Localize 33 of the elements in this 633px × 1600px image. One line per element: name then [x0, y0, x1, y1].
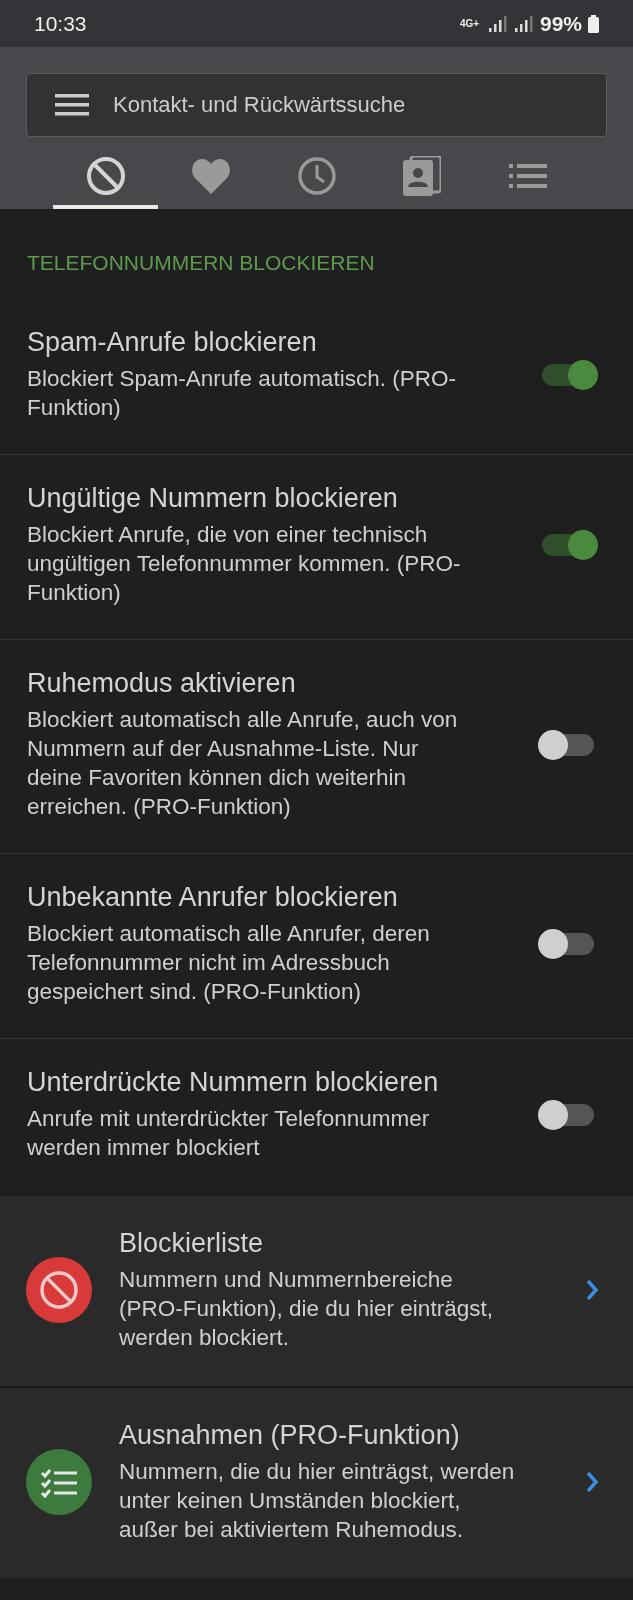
setting-description: Blockiert automatisch alle Anrufer, deren Telefonnummer nicht im Adressbuch gespeichert sind. (PRO-Funktion): [27, 920, 431, 1006]
section-heading: TELEFONNUMMERN BLOCKIEREN: [26, 250, 376, 276]
setting-description: Blockiert automatisch alle Anrufe, auch von Nummern auf der Ausnahme-Liste. Nur deine Favoriten können dich weiterhin erreichen. (PRO-Funktion): [27, 706, 459, 821]
setting-title: Spam-Anrufe blockieren: [27, 327, 318, 358]
list-item[interactable]: Ausnahmen (PRO-Funktion) Nummern, die du hier einträgst, werden unter keinen Umständen blockiert, außer bei aktiviertem Ruhemodus.: [0, 1386, 633, 1578]
list-icon: [508, 164, 547, 188]
setting-title: Ruhemodus aktivieren: [27, 668, 297, 699]
signal-icon: [513, 15, 534, 32]
list-item-description: Nummern, die du hier einträgst, werden unter keinen Umständen blockiert, außer bei aktiviertem Ruhemodus.: [119, 1458, 516, 1544]
block-icon: [85, 156, 126, 196]
setting-title: Unterdrückte Nummern blockieren: [27, 1067, 440, 1098]
search-bar[interactable]: Kontakt- und Rückwärtssuche: [26, 73, 607, 137]
clock-icon: [296, 156, 337, 196]
chevron-right-icon: [585, 1279, 599, 1301]
setting-title: Ungültige Nummern blockieren: [27, 483, 399, 514]
list-item-title: Blockierliste: [119, 1228, 265, 1259]
setting-description: Blockiert Spam-Anrufe automatisch. (PRO-Funktion): [27, 365, 457, 422]
battery-icon: [588, 14, 599, 33]
setting-title: Unbekannte Anrufer blockieren: [27, 882, 399, 913]
setting-description: Blockiert Anrufe, die von einer technisch ungültigen Telefonnummer kommen. (PRO-Funktion): [27, 521, 462, 607]
list-item[interactable]: Blockierliste Nummern und Nummernbereiche (PRO-Funktion), die du hier einträgst, werden blockiert.: [0, 1194, 633, 1386]
chevron-right-icon: [585, 1471, 599, 1493]
search-field[interactable]: Kontakt- und Rückwärtssuche: [111, 91, 578, 119]
menu-icon[interactable]: [55, 94, 89, 116]
network-type: 4G+: [459, 18, 481, 29]
battery-percent: 99%: [539, 11, 582, 36]
signal-icon: [487, 15, 508, 32]
list-item-description: Nummern und Nummernbereiche (PRO-Funktion), die du hier einträgst, werden blockiert.: [119, 1266, 494, 1352]
setting-description: Anrufe mit unterdrückter Telefonnummer werden immer blockiert: [27, 1105, 431, 1162]
contact-book-icon: [403, 156, 441, 196]
heart-icon: [191, 157, 231, 195]
status-time: 10:33: [34, 11, 87, 36]
list-item-title: Ausnahmen (PRO-Funktion): [119, 1420, 461, 1451]
